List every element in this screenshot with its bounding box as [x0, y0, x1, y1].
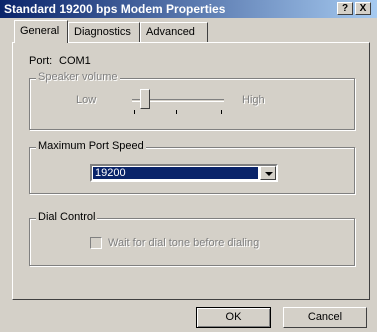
ok-button-label: OK: [225, 311, 242, 323]
help-button[interactable]: ?: [337, 2, 353, 15]
speaker-volume-legend: Speaker volume: [36, 71, 120, 83]
volume-tick: [176, 110, 177, 114]
ok-button[interactable]: OK: [196, 307, 271, 328]
title-bar: Standard 19200 bps Modem Properties ? X: [0, 0, 377, 18]
volume-high-label: High: [242, 94, 265, 106]
speaker-volume-group: Speaker volume Low High: [29, 71, 355, 130]
dial-control-group: Dial Control Wait for dial tone before d…: [29, 211, 355, 266]
volume-low-label: Low: [76, 94, 97, 106]
port-speed-select[interactable]: 19200: [90, 164, 278, 182]
dropdown-button[interactable]: [260, 166, 276, 180]
port-value: COM1: [59, 55, 91, 67]
port-label: Port:: [29, 55, 53, 67]
cancel-button[interactable]: Cancel: [283, 307, 367, 328]
window-title: Standard 19200 bps Modem Properties: [4, 2, 226, 16]
port-speed-value: 19200: [93, 167, 258, 179]
port-speed-legend: Maximum Port Speed: [36, 140, 146, 152]
tab-advanced[interactable]: Advanced: [140, 22, 208, 42]
tab-diagnostics[interactable]: Diagnostics: [68, 22, 140, 42]
general-panel: Port: COM1 Speaker volume Low High Maxim…: [12, 42, 370, 300]
chevron-down-icon: [265, 172, 273, 176]
cancel-button-label: Cancel: [307, 311, 343, 323]
wait-dial-tone-label: Wait for dial tone before dialing: [108, 237, 260, 249]
port-speed-group: Maximum Port Speed 19200: [29, 140, 355, 194]
volume-tick: [134, 110, 135, 114]
volume-slider-thumb[interactable]: [140, 89, 151, 109]
dial-control-legend: Dial Control: [36, 211, 98, 223]
close-button[interactable]: X: [355, 2, 371, 15]
tab-diagnostics-label: Diagnostics: [74, 26, 131, 38]
tab-general[interactable]: General: [14, 20, 68, 43]
wait-dial-tone-checkbox[interactable]: [90, 237, 102, 249]
tab-advanced-label: Advanced: [146, 26, 195, 38]
tab-general-label: General: [20, 25, 60, 37]
volume-tick: [221, 110, 222, 114]
help-icon: ?: [341, 3, 349, 14]
close-icon: X: [359, 3, 367, 14]
